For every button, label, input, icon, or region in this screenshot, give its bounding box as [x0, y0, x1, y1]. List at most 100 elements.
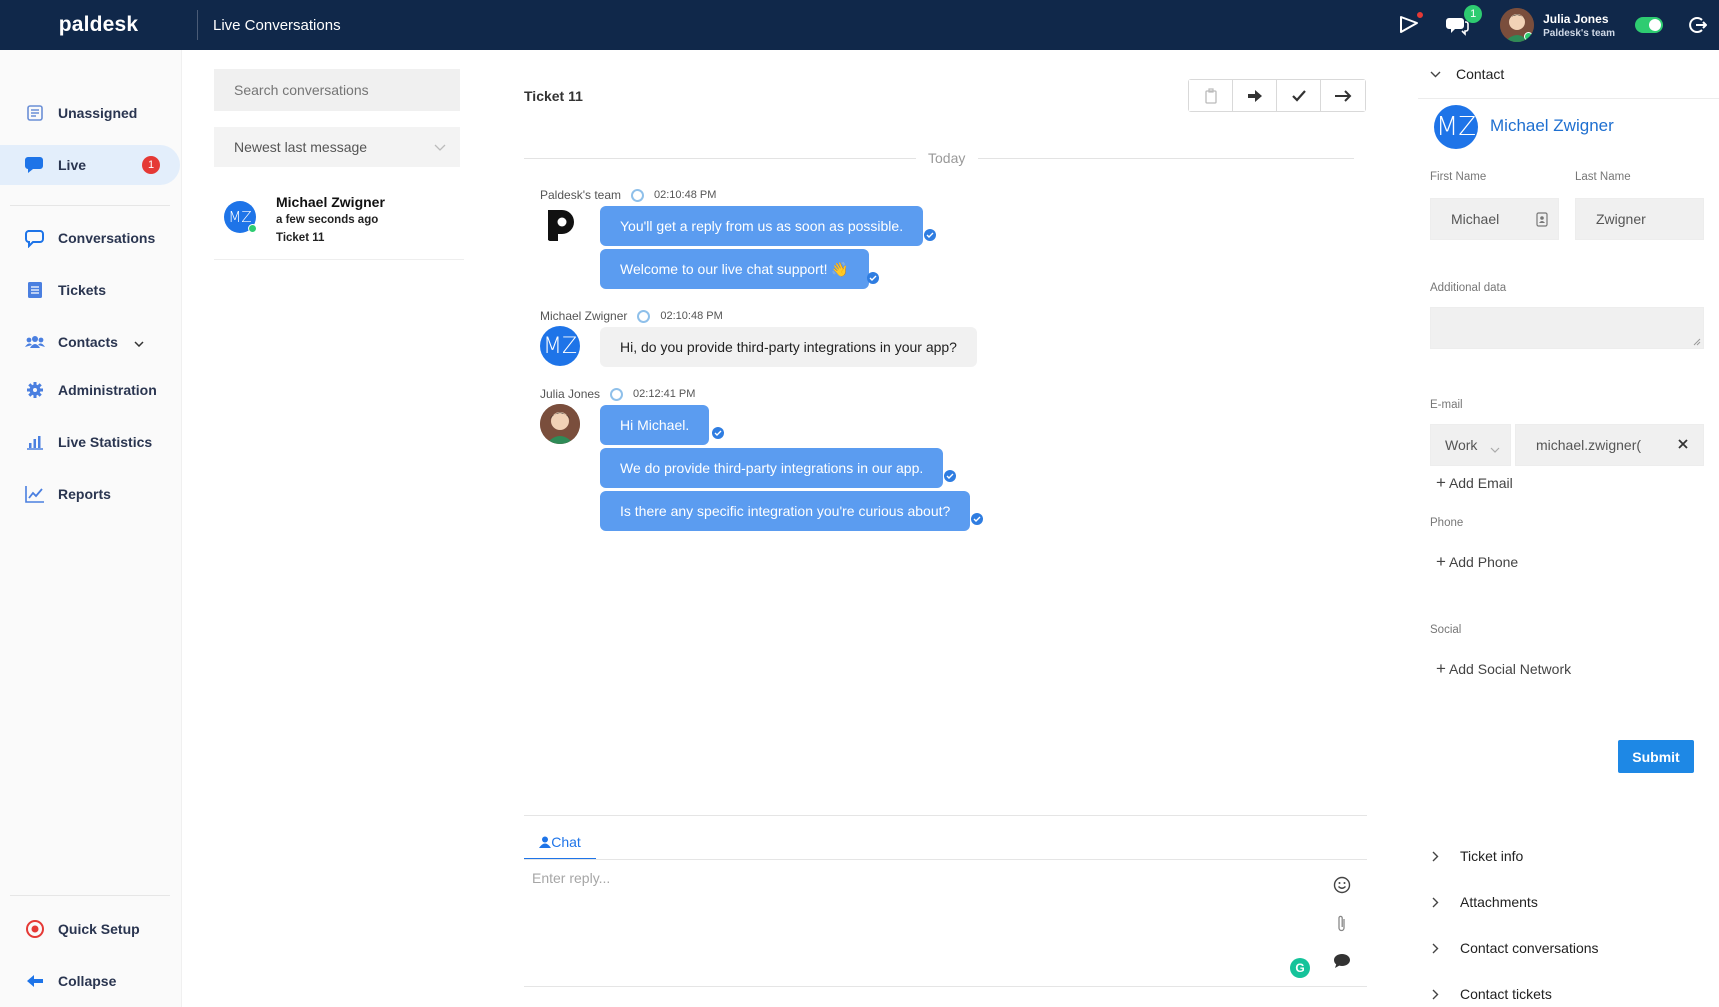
page-title: Live Conversations	[213, 16, 341, 34]
transfer-button[interactable]	[1321, 80, 1365, 111]
add-phone-label: Add Phone	[1448, 554, 1519, 570]
resize-handle-icon[interactable]	[1693, 338, 1701, 346]
nav-unassigned-label: Unassigned	[58, 105, 138, 121]
plus-icon: +	[1436, 473, 1446, 492]
gear-icon	[24, 379, 46, 401]
nav-reports-label: Reports	[58, 486, 111, 502]
tab-chat-label: Chat	[551, 834, 581, 850]
read-check-icon	[944, 470, 956, 482]
nav-administration[interactable]: Administration	[0, 370, 180, 410]
nav-collapse[interactable]: Collapse	[0, 961, 180, 1001]
nav-contacts-label: Contacts	[58, 334, 118, 350]
nav-live[interactable]: Live 1	[0, 145, 180, 185]
grammarly-icon[interactable]: G	[1290, 958, 1310, 978]
chevron-down-icon	[1490, 441, 1500, 457]
agent-avatar	[540, 404, 580, 444]
conversation-list-item[interactable]: MZ Michael Zwigner a few seconds ago Tic…	[214, 186, 464, 260]
message-time: 02:10:48 PM	[654, 189, 717, 201]
live-badge: 1	[142, 156, 160, 174]
message-header: Paldesk's team 02:10:48 PM	[540, 188, 716, 202]
tickets-icon	[24, 279, 46, 301]
paldesk-logo[interactable]: paldesk	[0, 13, 197, 37]
message-header: Julia Jones 02:12:41 PM	[540, 387, 695, 401]
message-bubble: Is there any specific integration you're…	[600, 491, 971, 531]
chevron-down-icon	[434, 139, 446, 155]
composer-bottom-line	[524, 986, 1367, 987]
nav-live-statistics[interactable]: Live Statistics	[0, 422, 180, 462]
phone-label: Phone	[1430, 517, 1464, 529]
social-label: Social	[1430, 624, 1462, 636]
availability-toggle[interactable]	[1635, 17, 1663, 33]
canned-response-icon[interactable]	[1332, 951, 1352, 971]
chevron-right-icon	[1432, 943, 1444, 954]
search-conversations-input[interactable]	[214, 69, 460, 111]
top-bar: paldesk Live Conversations 1 Julia Jones…	[0, 0, 1719, 50]
accordion-label: Ticket info	[1460, 848, 1524, 864]
accordion-ticket-info[interactable]: Ticket info	[1432, 848, 1523, 864]
nav-quick-setup[interactable]: Quick Setup	[0, 909, 180, 949]
add-social-network-button[interactable]: + Add Social Network	[1436, 659, 1571, 679]
first-name-value: Michael	[1451, 211, 1500, 227]
contact-section-title: Contact	[1456, 66, 1505, 82]
accordion-contact-tickets[interactable]: Contact tickets	[1432, 986, 1552, 1002]
sort-select[interactable]: Newest last message	[214, 127, 460, 167]
resolve-button[interactable]	[1277, 80, 1321, 111]
inbox-icon	[24, 102, 46, 124]
read-check-icon	[867, 272, 879, 284]
message-sender: Michael Zwigner	[540, 309, 628, 323]
person-icon	[539, 836, 552, 848]
contact-avatar-large: MZ	[1434, 105, 1478, 149]
email-type-select[interactable]: Work	[1430, 424, 1511, 466]
user-info[interactable]: Julia Jones Paldesk's team	[1543, 12, 1615, 39]
contact-header-line	[1418, 98, 1719, 99]
nav-contacts[interactable]: Contacts	[0, 322, 180, 362]
contact-card-icon[interactable]	[1536, 212, 1548, 230]
last-name-field[interactable]: Zwigner	[1575, 198, 1704, 240]
accordion-label: Attachments	[1460, 894, 1538, 910]
email-input[interactable]: michael.zwigner(	[1515, 424, 1704, 466]
last-name-value: Zwigner	[1596, 211, 1646, 227]
chats-icon[interactable]: 1	[1446, 5, 1483, 37]
additional-data-textarea[interactable]	[1430, 307, 1704, 349]
copy-button[interactable]	[1189, 80, 1233, 111]
user-online-dot	[1524, 32, 1534, 41]
message-header: Michael Zwigner 02:10:48 PM	[540, 309, 723, 323]
accordion-contact-conversations[interactable]: Contact conversations	[1432, 940, 1599, 956]
announcements-icon[interactable]	[1398, 11, 1425, 37]
nav-live-label: Live	[58, 157, 87, 173]
nav-conversations[interactable]: Conversations	[0, 218, 180, 258]
user-avatar[interactable]	[1500, 8, 1535, 42]
message-sender: Paldesk's team	[540, 188, 621, 202]
nav-tickets[interactable]: Tickets	[0, 270, 180, 310]
accordion-attachments[interactable]: Attachments	[1432, 894, 1538, 910]
close-icon[interactable]	[1677, 437, 1689, 453]
chevron-right-icon	[1432, 897, 1444, 908]
nav-unassigned[interactable]: Unassigned	[0, 93, 180, 133]
nav-divider	[10, 205, 170, 206]
composer-divider	[524, 815, 1367, 816]
submit-button[interactable]: Submit	[1618, 740, 1694, 773]
message-bubble: Welcome to our live chat support! 👋	[600, 249, 869, 289]
add-email-label: Add Email	[1448, 475, 1513, 491]
chevron-down-icon[interactable]	[134, 334, 144, 350]
add-email-button[interactable]: + Add Email	[1436, 473, 1513, 493]
reply-input[interactable]	[532, 870, 1312, 970]
chevron-right-icon	[1432, 851, 1444, 862]
add-phone-button[interactable]: + Add Phone	[1436, 552, 1518, 572]
conversation-ticket: Ticket 11	[276, 232, 325, 244]
nav-quick-setup-label: Quick Setup	[58, 921, 140, 937]
clock-icon	[610, 387, 624, 401]
tab-chat[interactable]: Chat	[524, 826, 596, 860]
logout-icon[interactable]	[1685, 13, 1709, 37]
emoji-icon[interactable]	[1332, 875, 1352, 895]
forward-button[interactable]	[1233, 80, 1277, 111]
first-name-field[interactable]: Michael	[1430, 198, 1559, 240]
chats-badge: 1	[1464, 5, 1483, 23]
contact-section-header[interactable]: Contact	[1430, 66, 1504, 82]
ticket-title: Ticket 11	[524, 88, 583, 104]
last-name-label: Last Name	[1575, 171, 1631, 183]
message-bubble: You'll get a reply from us as soon as po…	[600, 206, 924, 246]
nav-reports[interactable]: Reports	[0, 474, 180, 514]
paldesk-avatar	[540, 204, 580, 244]
attachment-icon[interactable]	[1332, 914, 1352, 934]
